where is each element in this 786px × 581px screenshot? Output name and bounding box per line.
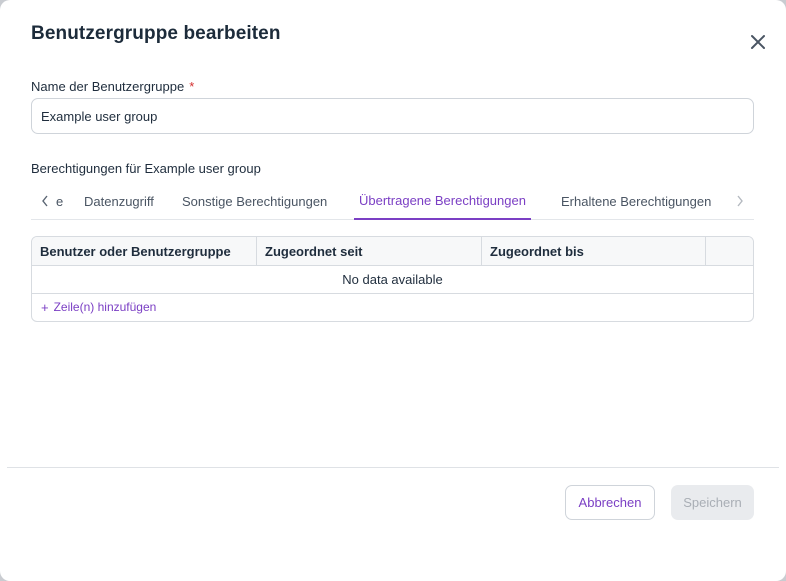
tabs-scroll-left-button[interactable] (35, 182, 55, 219)
save-button[interactable]: Speichern (671, 485, 754, 520)
permission-tabs: e Datenzugriff Sonstige Berechtigungen Ü… (31, 182, 754, 220)
footer-divider (7, 467, 779, 468)
tab-erhaltene-berechtigungen[interactable]: Erhaltene Berechtigungen (561, 182, 711, 220)
tab-sonstige-berechtigungen[interactable]: Sonstige Berechtigungen (182, 182, 327, 220)
cancel-button[interactable]: Abbrechen (565, 485, 655, 520)
edit-user-group-dialog: Benutzergruppe bearbeiten Name der Benut… (0, 0, 786, 581)
chevron-right-icon (737, 195, 743, 206)
column-header-actions (706, 237, 753, 265)
tab-datenzugriff[interactable]: Datenzugriff (84, 182, 154, 220)
close-icon (751, 35, 765, 49)
add-row-label: Zeile(n) hinzufügen (53, 300, 157, 314)
close-button[interactable] (746, 30, 770, 54)
tab-uebertragene-berechtigungen[interactable]: Übertragene Berechtigungen (354, 182, 531, 220)
empty-state-row: No data available (32, 266, 753, 294)
tab-partial[interactable]: e (56, 182, 68, 220)
column-header-user[interactable]: Benutzer oder Benutzergruppe (32, 237, 257, 265)
chevron-left-icon (42, 195, 48, 206)
column-header-assigned-until[interactable]: Zugeordnet bis (482, 237, 706, 265)
table-header: Benutzer oder Benutzergruppe Zugeordnet … (32, 237, 753, 266)
column-header-assigned-since[interactable]: Zugeordnet seit (257, 237, 482, 265)
dialog-title: Benutzergruppe bearbeiten (31, 23, 281, 44)
required-marker: * (189, 79, 195, 94)
group-name-input[interactable] (31, 98, 754, 134)
permissions-heading: Berechtigungen für Example user group (31, 161, 261, 176)
add-row-button[interactable]: + Zeile(n) hinzufügen (41, 298, 156, 316)
plus-icon: + (41, 299, 49, 315)
group-name-label: Name der Benutzergruppe * (31, 79, 194, 94)
group-name-label-text: Name der Benutzergruppe (31, 79, 185, 94)
tabs-scroll-right-button[interactable] (730, 182, 750, 219)
permissions-table: Benutzer oder Benutzergruppe Zugeordnet … (31, 236, 754, 322)
